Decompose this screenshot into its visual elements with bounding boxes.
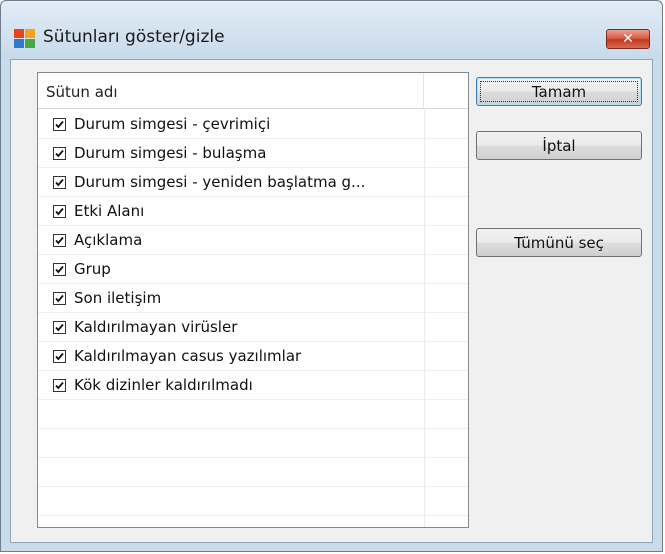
column-header-name[interactable]: Sütun adı [38,73,424,108]
empty-row [38,487,468,516]
empty-row [38,429,468,458]
title-bar[interactable]: Sütunları göster/gizle ✕ [1,1,662,59]
list-item-label: Durum simgesi - çevrimiçi [74,115,271,133]
checkbox[interactable] [53,349,66,363]
list-item[interactable]: Durum simgesi - çevrimiçi [38,110,468,139]
dialog-content: Sütun adı Durum simgesi - çevrimiçi Durum… [10,59,653,543]
focus-rectangle [480,81,638,102]
ok-button[interactable]: Tamam [476,77,642,106]
list-item-label: Kök dizinler kaldırılmadı [74,376,253,394]
close-icon: ✕ [622,31,634,47]
list-rows: Durum simgesi - çevrimiçi Durum simgesi -… [38,110,468,516]
list-item[interactable]: Kaldırılmayan virüsler [38,313,468,342]
select-all-button[interactable]: Tümünü seç [476,228,642,257]
list-item[interactable]: Durum simgesi - yeniden başlatma g... [38,168,468,197]
list-item-label: Durum simgesi - yeniden başlatma g... [74,173,366,191]
checkbox[interactable] [53,117,66,131]
checkbox[interactable] [53,291,66,305]
list-item[interactable]: Kök dizinler kaldırılmadı [38,371,468,400]
list-item-label: Açıklama [74,231,143,249]
list-item[interactable]: Açıklama [38,226,468,255]
dialog-window: Sütunları göster/gizle ✕ Sütun adı Durum… [0,0,663,552]
empty-row [38,400,468,429]
list-item-label: Son iletişim [74,289,162,307]
empty-row [38,458,468,487]
list-item-label: Kaldırılmayan virüsler [74,318,238,336]
list-item[interactable]: Etki Alanı [38,197,468,226]
checkbox[interactable] [53,146,66,160]
column-header-filler [424,73,468,108]
checkbox[interactable] [53,320,66,334]
checkbox[interactable] [53,233,66,247]
column-list[interactable]: Sütun adı Durum simgesi - çevrimiçi Durum… [37,72,469,528]
list-item-label: Grup [74,260,111,278]
list-header: Sütun adı [38,73,468,109]
checkbox[interactable] [53,204,66,218]
list-item[interactable]: Kaldırılmayan casus yazılımlar [38,342,468,371]
checkbox[interactable] [53,262,66,276]
cancel-button-label: İptal [542,136,576,155]
checkbox[interactable] [53,378,66,392]
checkbox[interactable] [53,175,66,189]
avg-logo-icon [14,29,36,49]
list-item[interactable]: Grup [38,255,468,284]
list-item[interactable]: Son iletişim [38,284,468,313]
cancel-button[interactable]: İptal [476,131,642,160]
select-all-button-label: Tümünü seç [514,233,604,252]
list-item-label: Etki Alanı [74,202,145,220]
list-item[interactable]: Durum simgesi - bulaşma [38,139,468,168]
window-title: Sütunları göster/gizle [43,27,225,47]
list-item-label: Kaldırılmayan casus yazılımlar [74,347,302,365]
close-button[interactable]: ✕ [606,29,650,49]
list-item-label: Durum simgesi - bulaşma [74,144,267,162]
